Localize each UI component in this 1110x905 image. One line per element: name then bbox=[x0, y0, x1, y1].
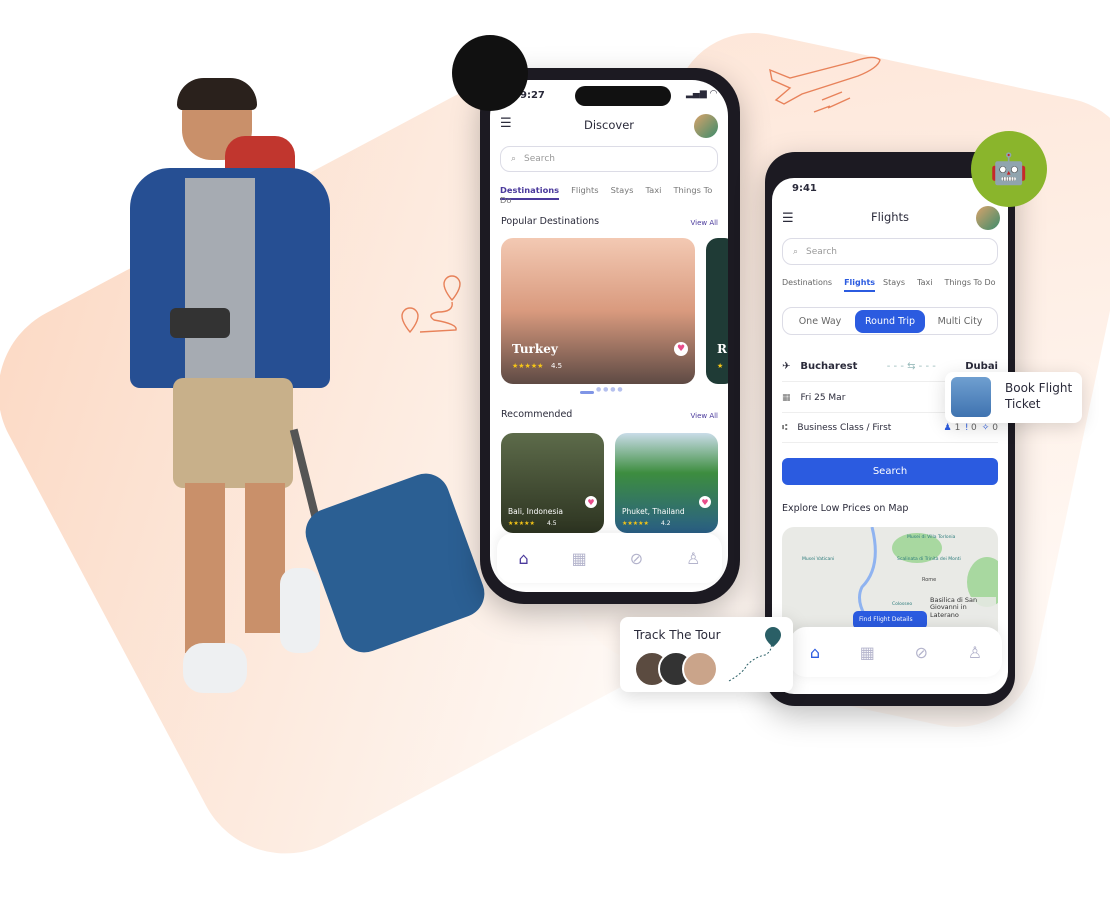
search-input[interactable]: ⌕ Search bbox=[782, 238, 998, 265]
tab-flights[interactable]: Flights bbox=[571, 185, 598, 195]
avatar bbox=[682, 651, 718, 687]
search-input[interactable]: ⌕ Search bbox=[500, 146, 718, 172]
tab-stays[interactable]: Stays bbox=[611, 185, 634, 195]
search-icon: ⌕ bbox=[511, 154, 517, 164]
calendar-icon: ▦ bbox=[782, 392, 791, 403]
page-title: Discover bbox=[583, 118, 634, 132]
avatar[interactable] bbox=[694, 114, 718, 138]
home-icon[interactable]: ⌂ bbox=[810, 643, 820, 662]
origin-city: Bucharest bbox=[800, 361, 858, 372]
rating-stars: ★★★★★ bbox=[512, 362, 544, 370]
calendar-icon[interactable]: ▦ bbox=[572, 549, 587, 568]
swap-icon[interactable]: - - - ⇆ - - - bbox=[857, 361, 965, 372]
heart-icon[interactable]: ♥ bbox=[674, 342, 688, 356]
route-pin-icon bbox=[728, 627, 781, 682]
tab-stays[interactable]: Stays bbox=[883, 278, 905, 287]
status-icons: ▂▄▆ ◠ ▬ bbox=[686, 89, 728, 99]
tab-things-to-do[interactable]: Things To Do bbox=[945, 278, 996, 287]
recommended-card[interactable]: Phuket, Thailand ★★★★★ 4.2 ♥ bbox=[615, 433, 718, 533]
status-time: 9:41 bbox=[792, 183, 817, 194]
tab-taxi[interactable]: Taxi bbox=[917, 278, 932, 287]
tab-taxi[interactable]: Taxi bbox=[645, 185, 661, 195]
section-title: Popular Destinations bbox=[501, 216, 600, 227]
search-button[interactable]: Search bbox=[782, 458, 998, 485]
compass-icon[interactable]: ⊘ bbox=[630, 549, 643, 568]
bottom-nav: ⌂ ▦ ⊘ ♙ bbox=[497, 533, 722, 583]
search-icon: ⌕ bbox=[793, 246, 799, 257]
one-way-option[interactable]: One Way bbox=[785, 310, 855, 333]
carousel-dot-active bbox=[580, 391, 594, 394]
airplane-photo bbox=[951, 377, 991, 417]
destination-card[interactable]: Turkey ★★★★★ 4.5 ♥ bbox=[501, 238, 695, 384]
compass-icon[interactable]: ⊘ bbox=[915, 643, 928, 662]
section-title: Recommended bbox=[501, 409, 573, 420]
user-icon[interactable]: ♙ bbox=[686, 549, 700, 568]
seat-icon: ⑆ bbox=[782, 422, 788, 433]
round-trip-option[interactable]: Round Trip bbox=[855, 309, 925, 333]
map-label-basilica: Basilica di San Giovanni in Laterano bbox=[930, 596, 996, 620]
track-tour-card[interactable]: Track The Tour bbox=[620, 617, 793, 692]
map[interactable]: Musei Vaticani Musei di Villa Torlonia S… bbox=[782, 527, 998, 642]
destination-city: Dubai bbox=[965, 361, 998, 372]
multi-city-option[interactable]: Multi City bbox=[925, 310, 995, 333]
section-title: Explore Low Prices on Map bbox=[782, 503, 909, 514]
trip-type-toggle: One Way Round Trip Multi City bbox=[782, 307, 998, 335]
android-logo-icon: 🤖 bbox=[971, 131, 1047, 207]
tab-flights[interactable]: Flights bbox=[844, 278, 876, 292]
rating-value: 4.5 bbox=[551, 362, 563, 370]
view-all-link[interactable]: View All bbox=[690, 219, 718, 227]
card-title: Turkey bbox=[512, 342, 558, 356]
heart-icon[interactable]: ♥ bbox=[699, 496, 711, 508]
ios-screen: 9:27 ▂▄▆ ◠ ▬ ☰ Discover ⌕ Search Destinat… bbox=[490, 80, 728, 592]
view-all-link[interactable]: View All bbox=[690, 412, 718, 420]
destination-card[interactable]: R ★ bbox=[706, 238, 728, 384]
category-tabs: Destinations Flights Stays Taxi Things To Do bbox=[500, 185, 728, 205]
dynamic-island bbox=[575, 86, 671, 106]
page-title: Flights bbox=[870, 210, 910, 224]
adult-icon: ♟ bbox=[943, 422, 952, 433]
carousel-dots: ● ● ● ● bbox=[596, 386, 623, 393]
android-screen: 9:41 ☰ Flights ⌕ Search Destinations Fligh… bbox=[772, 178, 1008, 694]
user-icon[interactable]: ♙ bbox=[968, 643, 982, 662]
airplane-sketch-icon bbox=[769, 56, 881, 113]
plane-icon: ✈ bbox=[782, 361, 791, 372]
child-icon: ǃ bbox=[965, 422, 968, 433]
apple-logo-icon bbox=[452, 35, 528, 111]
infant-icon: ✧ bbox=[981, 422, 990, 433]
heart-icon[interactable]: ♥ bbox=[585, 496, 597, 508]
status-time: 9:27 bbox=[520, 90, 545, 101]
traveler-photo bbox=[125, 78, 492, 698]
book-flight-card[interactable]: Book Flight Ticket bbox=[945, 372, 1082, 423]
home-icon[interactable]: ⌂ bbox=[518, 549, 528, 568]
bottom-nav: ⌂ ▦ ⊘ ♙ bbox=[790, 627, 1002, 677]
tab-destinations[interactable]: Destinations bbox=[782, 278, 832, 287]
recommended-card[interactable]: Bali, Indonesia ★★★★★ 4.5 ♥ bbox=[501, 433, 604, 533]
calendar-icon[interactable]: ▦ bbox=[860, 643, 875, 662]
avatar[interactable] bbox=[976, 206, 1000, 230]
category-tabs: Destinations Flights Stays Taxi Things To Do bbox=[782, 278, 1008, 292]
